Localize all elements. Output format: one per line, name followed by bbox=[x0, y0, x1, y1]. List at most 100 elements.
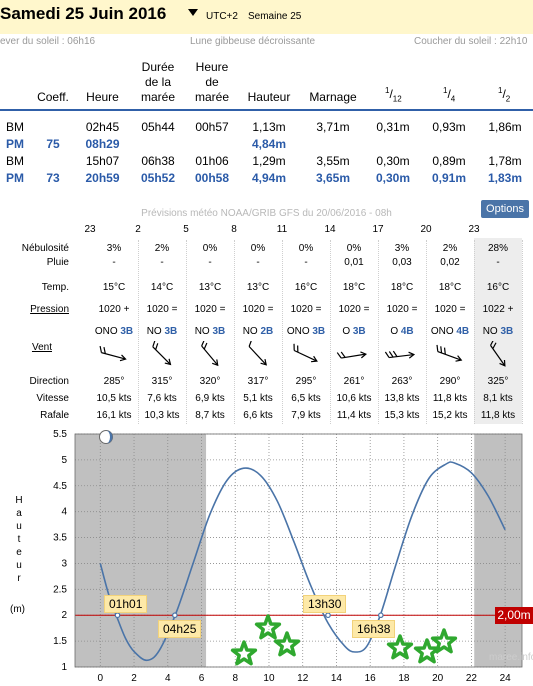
watermark: maree.info bbox=[489, 652, 533, 663]
tide-cell-heure: 02h45 bbox=[85, 120, 120, 134]
tide-cell-f4: 0,91m bbox=[431, 171, 467, 185]
nebulosite-value: 3% bbox=[106, 243, 122, 254]
direction-value: 295° bbox=[295, 376, 317, 387]
nebulosite-value: 0% bbox=[298, 243, 314, 254]
pluie-value: - bbox=[256, 257, 260, 268]
ytick-label: 4.5 bbox=[53, 481, 67, 492]
vent-force: 3B bbox=[164, 326, 178, 337]
col-heure: Heure bbox=[86, 90, 119, 104]
label-temp: Temp. bbox=[41, 282, 69, 293]
direction-value: 261° bbox=[343, 376, 365, 387]
vent-value: NO 3B bbox=[186, 326, 234, 337]
direction-value: 290° bbox=[439, 376, 461, 387]
tide-cell-type: BM bbox=[6, 154, 24, 168]
reference-height-badge: 2,00m bbox=[495, 607, 533, 624]
pluie-value: 0,03 bbox=[392, 257, 412, 268]
col-duree: Durée de la marée bbox=[140, 60, 175, 104]
pression-value: 1020 = bbox=[146, 304, 178, 315]
vent-direction: NO bbox=[194, 326, 210, 337]
forecast-column-divider bbox=[522, 240, 523, 424]
tide-cell-coeff: 73 bbox=[46, 171, 60, 185]
vent-direction: O bbox=[342, 326, 351, 337]
pluie-value: - bbox=[496, 257, 500, 268]
tide-cell-heure: 08h29 bbox=[85, 137, 120, 151]
sun-moon-line: ever du soleil : 06h16 Lune gibbeuse déc… bbox=[0, 36, 533, 50]
ytick-label: 4 bbox=[61, 507, 67, 518]
forecast-hour: 20 bbox=[420, 224, 432, 235]
forecast-column-divider bbox=[186, 240, 187, 424]
crossing-time-badge: 01h01 bbox=[104, 595, 148, 613]
tide-cell-f12: 0,30m bbox=[375, 171, 411, 185]
col-hauteur: Hauteur bbox=[247, 90, 291, 104]
temp-value: 18°C bbox=[390, 282, 414, 293]
direction-value: 285° bbox=[103, 376, 125, 387]
direction-value: 263° bbox=[391, 376, 413, 387]
tide-cell-f4: 0,93m bbox=[432, 120, 466, 134]
wind-arrow-icon bbox=[152, 341, 172, 366]
wind-arrow-icon bbox=[490, 341, 506, 367]
tide-table-divider bbox=[0, 109, 533, 111]
pluie-value: 0,01 bbox=[344, 257, 364, 268]
nebulosite-value: 2% bbox=[442, 243, 458, 254]
tide-chart[interactable]: 11.522.533.544.555.50 2 4 6 8 10 12 14 16 18 20 22 2… bbox=[0, 426, 533, 686]
sunset-text: Coucher du soleil : 22h10 bbox=[414, 36, 528, 47]
xtick-label: 10 bbox=[263, 673, 275, 684]
forecast-hour: 17 bbox=[372, 224, 384, 235]
vent-force: 3B bbox=[212, 326, 226, 337]
xtick-label: 22 bbox=[466, 673, 478, 684]
tide-cell-hauteur: 1,13m bbox=[252, 120, 286, 134]
forecast-column-divider bbox=[426, 240, 427, 424]
direction-value: 320° bbox=[199, 376, 221, 387]
vent-value: O 4B bbox=[378, 326, 426, 337]
crossing-point bbox=[325, 612, 331, 619]
pression-value: 1020 = bbox=[290, 304, 322, 315]
page-title: Samedi 25 Juin 2016 bbox=[0, 4, 167, 23]
xtick-label: 24 bbox=[500, 673, 512, 684]
label-pression[interactable]: Pression bbox=[0, 304, 69, 315]
forecast-column-divider bbox=[234, 240, 235, 424]
temp-value: 14°C bbox=[150, 282, 174, 293]
rafale-value: 10,3 kts bbox=[144, 410, 180, 421]
ytick-label: 2.5 bbox=[53, 584, 67, 595]
ytick-label: 2 bbox=[61, 610, 67, 621]
rafale-value: 8,7 kts bbox=[195, 410, 225, 421]
forecast-column: 3% - 15°C 1020 + ONO 3B 285° 10,5 kts 16,1 kts bbox=[90, 238, 138, 424]
wind-arrow-icon bbox=[248, 341, 267, 366]
col-fraction-2: 1/2 bbox=[498, 86, 511, 104]
tide-cell-f2: 1,83m bbox=[487, 171, 523, 185]
pluie-value: 0,02 bbox=[440, 257, 460, 268]
forecast-column: 0% 0,01 18°C 1020 = O 3B 261° 10,6 kts 11,4 kts bbox=[330, 238, 378, 424]
tide-cell-coeff: 75 bbox=[46, 137, 60, 151]
vent-force: 2B bbox=[260, 326, 274, 337]
tide-row: BM 02h45 05h44 00h57 1,13m 3,71m 0,31m 0,93m 1,8… bbox=[0, 119, 533, 136]
pression-value: 1022 + bbox=[482, 304, 514, 315]
star-icon bbox=[254, 614, 282, 640]
vent-force: 3B bbox=[312, 326, 326, 337]
tide-cell-f12: 0,31m bbox=[376, 120, 410, 134]
pluie-value: - bbox=[208, 257, 212, 268]
pluie-value: - bbox=[160, 257, 164, 268]
night-band bbox=[474, 434, 522, 667]
chevron-down-icon[interactable] bbox=[188, 9, 198, 16]
forecast-hour: 23 bbox=[84, 224, 96, 235]
forecast-hour: 2 bbox=[135, 224, 141, 235]
tide-cell-marnage: 3,65m bbox=[315, 171, 351, 185]
tide-cell-heure-maree: 01h06 bbox=[195, 154, 229, 168]
direction-value: 315° bbox=[151, 376, 173, 387]
vitesse-value: 10,5 kts bbox=[96, 393, 132, 404]
vitesse-value: 13,8 kts bbox=[384, 393, 420, 404]
wind-arrow-icon bbox=[384, 350, 416, 359]
label-vent[interactable]: Vent bbox=[0, 342, 52, 353]
xtick-label: 20 bbox=[432, 673, 444, 684]
direction-value: 325° bbox=[487, 376, 509, 387]
pression-value: 1020 = bbox=[242, 304, 274, 315]
forecast-hour: 14 bbox=[324, 224, 336, 235]
star-icon bbox=[230, 640, 258, 666]
vent-direction: NO bbox=[482, 326, 498, 337]
options-button[interactable]: Options bbox=[481, 200, 529, 218]
night-shading bbox=[75, 434, 522, 667]
direction-value: 317° bbox=[247, 376, 269, 387]
rafale-value: 11,4 kts bbox=[336, 410, 372, 421]
vitesse-value: 11,8 kts bbox=[432, 393, 468, 404]
ytick-label: 5 bbox=[61, 455, 67, 466]
